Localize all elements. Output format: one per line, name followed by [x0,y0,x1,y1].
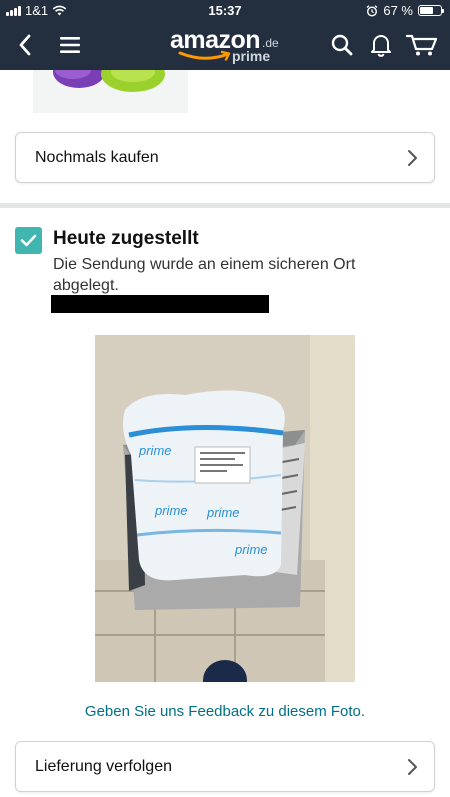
search-button[interactable] [327,30,357,60]
back-icon [19,34,31,56]
delivery-photo[interactable]: prime prime prime prime prime [95,335,355,682]
menu-icon [60,37,80,53]
product-image[interactable] [33,70,188,113]
cart-icon [406,34,438,56]
buy-again-button[interactable]: Nochmals kaufen [15,132,435,183]
menu-button[interactable] [55,30,85,60]
alarm-icon [366,4,378,17]
battery-percent: 67 % [383,3,413,18]
package-label: prime [234,542,268,557]
status-bar: 1&1 15:37 67 % [0,0,450,20]
section-divider [0,203,450,208]
track-delivery-label: Lieferung verfolgen [35,757,172,775]
smile-arrow-icon [178,50,231,61]
delivery-status-title: Heute zugestellt [53,228,199,249]
logo-prime: prime [232,48,271,64]
amazon-prime-logo[interactable]: amazon .de prime [170,26,282,66]
package-label: prime [138,443,172,458]
notifications-button[interactable] [366,30,396,60]
battery-icon [418,5,444,16]
status-right: 67 % [366,3,444,18]
back-button[interactable] [10,30,40,60]
package-label: prime [154,503,188,518]
search-icon [331,34,353,56]
buy-again-label: Nochmals kaufen [35,148,159,166]
order-details: Nochmals kaufen Heute zugestellt Die Sen… [0,70,450,797]
redaction-bar [51,295,269,313]
chevron-right-icon [408,759,417,775]
delivery-status-description: Die Sendung wurde an einem sicheren Ort … [53,256,356,294]
cart-button[interactable] [405,30,439,60]
chevron-right-icon [408,150,417,166]
delivered-check-icon [15,227,42,254]
photo-feedback-link[interactable]: Geben Sie uns Feedback zu diesem Foto. [0,703,450,720]
bell-icon [371,35,391,57]
track-delivery-button[interactable]: Lieferung verfolgen [15,741,435,792]
battery-level-fill [420,7,434,14]
top-nav: amazon .de prime [0,20,450,70]
package-label: prime [206,505,240,520]
